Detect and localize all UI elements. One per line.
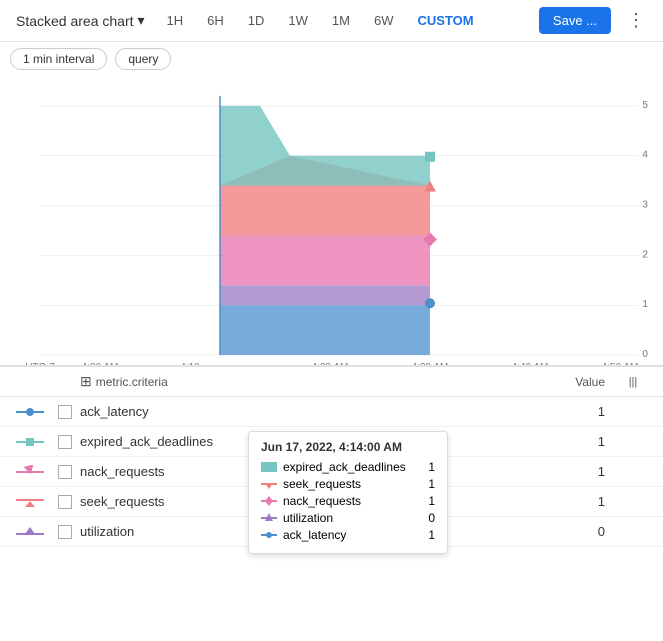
svg-text:0: 0 <box>642 349 648 360</box>
time-btn-custom[interactable]: CUSTOM <box>409 9 481 32</box>
tooltip-label-seek: seek_requests <box>283 477 361 491</box>
svg-text:4:20 AM: 4:20 AM <box>312 362 349 365</box>
legend-icon-utilization <box>10 525 50 539</box>
legend-icon-nack <box>10 465 50 479</box>
tooltip-icon-nack <box>261 496 277 506</box>
tooltip-icon-ack <box>261 530 277 540</box>
query-pill[interactable]: query <box>115 48 171 70</box>
legend-checkbox-seek[interactable] <box>50 495 80 509</box>
time-btn-1m[interactable]: 1M <box>324 9 358 32</box>
tooltip-icon-seek <box>261 479 277 489</box>
legend-checkbox-expired[interactable] <box>50 435 80 449</box>
time-btn-6w[interactable]: 6W <box>366 9 402 32</box>
tooltip-row-ack: ack_latency 1 <box>261 528 435 542</box>
dropdown-icon: ▾ <box>138 12 145 29</box>
svg-text:4: 4 <box>642 150 648 161</box>
interval-pill[interactable]: 1 min interval <box>10 48 107 70</box>
svg-text:1: 1 <box>642 299 648 310</box>
legend-icon-expired <box>10 435 50 449</box>
tooltip-val-nack: 1 <box>428 494 435 508</box>
chart-title-dropdown[interactable]: Stacked area chart ▾ <box>10 8 151 33</box>
svg-text:4:10: 4:10 <box>180 362 200 365</box>
sub-toolbar: 1 min interval query <box>0 42 663 76</box>
tooltip-label-nack: nack_requests <box>283 494 361 508</box>
legend-value-nack: 1 <box>553 464 613 479</box>
save-button[interactable]: Save ... <box>539 7 611 34</box>
svg-text:5: 5 <box>642 100 648 111</box>
svg-text:3: 3 <box>642 200 648 211</box>
svg-text:4:50 AM: 4:50 AM <box>602 362 639 365</box>
svg-text:4:40 AM: 4:40 AM <box>512 362 549 365</box>
svg-text:2: 2 <box>642 249 648 260</box>
legend-name-ack-latency: ack_latency <box>80 404 553 419</box>
legend-checkbox-ack-latency[interactable] <box>50 405 80 419</box>
time-btn-1d[interactable]: 1D <box>240 9 273 32</box>
time-btn-1h[interactable]: 1H <box>159 9 192 32</box>
chart-tooltip: Jun 17, 2022, 4:14:00 AM expired_ack_dea… <box>248 431 448 554</box>
legend-icon-ack-latency <box>10 405 50 419</box>
chart-title-label: Stacked area chart <box>16 13 134 29</box>
time-btn-1w[interactable]: 1W <box>280 9 316 32</box>
legend-value-seek: 1 <box>553 494 613 509</box>
toolbar: Stacked area chart ▾ 1H 6H 1D 1W 1M 6W C… <box>0 0 663 42</box>
tooltip-val-expired: 1 <box>428 460 435 474</box>
legend-value-ack-latency: 1 <box>553 404 613 419</box>
legend-row-ack-latency[interactable]: ack_latency 1 <box>0 397 663 427</box>
tooltip-label-util: utilization <box>283 511 333 525</box>
tooltip-icon-expired <box>261 462 277 472</box>
metric-grid-icon: ⊞ <box>80 373 92 390</box>
chart-svg: 0 1 2 3 4 5 4:13 AM <box>0 76 663 365</box>
tooltip-icon-util <box>261 513 277 523</box>
legend-checkbox-nack[interactable] <box>50 465 80 479</box>
legend-value-expired: 1 <box>553 434 613 449</box>
metric-criteria-label: metric.criteria <box>96 375 168 389</box>
tooltip-val-util: 0 <box>428 511 435 525</box>
svg-text:4:00 AM: 4:00 AM <box>82 362 119 365</box>
legend-header-value: Value <box>553 375 613 389</box>
tooltip-row-nack: nack_requests 1 <box>261 494 435 508</box>
svg-text:4:30 AM: 4:30 AM <box>412 362 449 365</box>
tooltip-val-seek: 1 <box>428 477 435 491</box>
tooltip-label-expired: expired_ack_deadlines <box>283 460 406 474</box>
legend-header-sort[interactable]: ||| <box>613 376 653 388</box>
time-btn-6h[interactable]: 6H <box>199 9 232 32</box>
legend-icon-seek <box>10 495 50 509</box>
tooltip-val-ack: 1 <box>428 528 435 542</box>
tooltip-label-ack: ack_latency <box>283 528 346 542</box>
legend-value-utilization: 0 <box>553 524 613 539</box>
tooltip-title: Jun 17, 2022, 4:14:00 AM <box>261 440 435 454</box>
more-options-button[interactable]: ⋮ <box>619 6 653 35</box>
legend-checkbox-utilization[interactable] <box>50 525 80 539</box>
legend-header-metric: ⊞ metric.criteria <box>80 373 553 390</box>
tooltip-row-expired: expired_ack_deadlines 1 <box>261 460 435 474</box>
chart-area[interactable]: 0 1 2 3 4 5 4:13 AM <box>0 76 663 366</box>
svg-text:UTC-7: UTC-7 <box>25 362 55 365</box>
tooltip-row-seek: seek_requests 1 <box>261 477 435 491</box>
tooltip-row-util: utilization 0 <box>261 511 435 525</box>
legend-header: ⊞ metric.criteria Value ||| <box>0 367 663 397</box>
